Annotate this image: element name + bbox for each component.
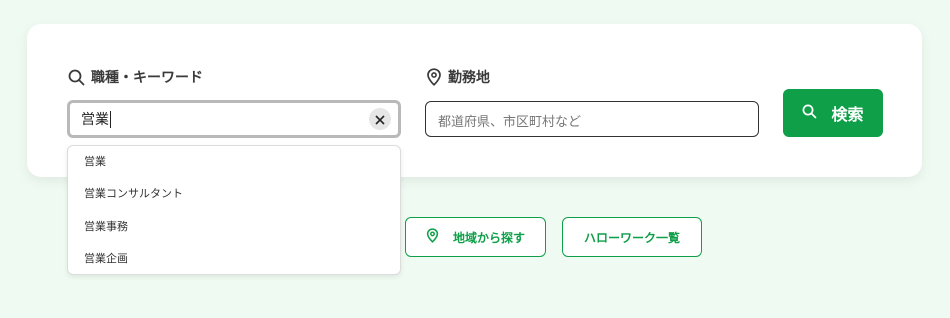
keyword-label: 職種・キーワード <box>68 67 203 87</box>
suggestion-item[interactable]: 営業企画 <box>84 251 128 267</box>
suggestion-item[interactable]: 営業 <box>84 154 106 170</box>
search-icon <box>802 104 817 123</box>
suggestion-item[interactable]: 営業事務 <box>84 219 128 235</box>
map-pin-icon <box>426 228 439 246</box>
text-caret <box>110 110 111 128</box>
suggestion-item[interactable]: 営業コンサルタント <box>84 186 183 202</box>
search-button[interactable]: 検索 <box>783 89 883 137</box>
keyword-input[interactable]: 営業 <box>67 100 401 138</box>
hellowork-list-button[interactable]: ハローワーク一覧 <box>562 217 702 257</box>
search-button-label: 検索 <box>831 105 864 124</box>
location-label-text: 勤務地 <box>448 70 490 86</box>
search-icon <box>68 69 85 86</box>
hellowork-list-label: ハローワーク一覧 <box>583 230 680 245</box>
clear-button[interactable] <box>369 108 391 130</box>
keyword-label-text: 職種・キーワード <box>91 70 203 86</box>
map-pin-icon <box>426 68 442 86</box>
area-search-label: 地域から探す <box>452 230 525 245</box>
keyword-input-value: 営業 <box>81 112 109 128</box>
keyword-input-value-wrap: 営業 <box>81 109 111 129</box>
location-input[interactable]: 都道府県、市区町村など <box>425 101 759 137</box>
area-search-button[interactable]: 地域から探す <box>405 217 546 257</box>
location-input-placeholder: 都道府県、市区町村など <box>438 115 582 130</box>
location-label: 勤務地 <box>426 67 490 87</box>
suggestion-dropdown: 営業 営業コンサルタント 営業事務 営業企画 <box>67 145 401 275</box>
close-icon <box>375 110 385 129</box>
